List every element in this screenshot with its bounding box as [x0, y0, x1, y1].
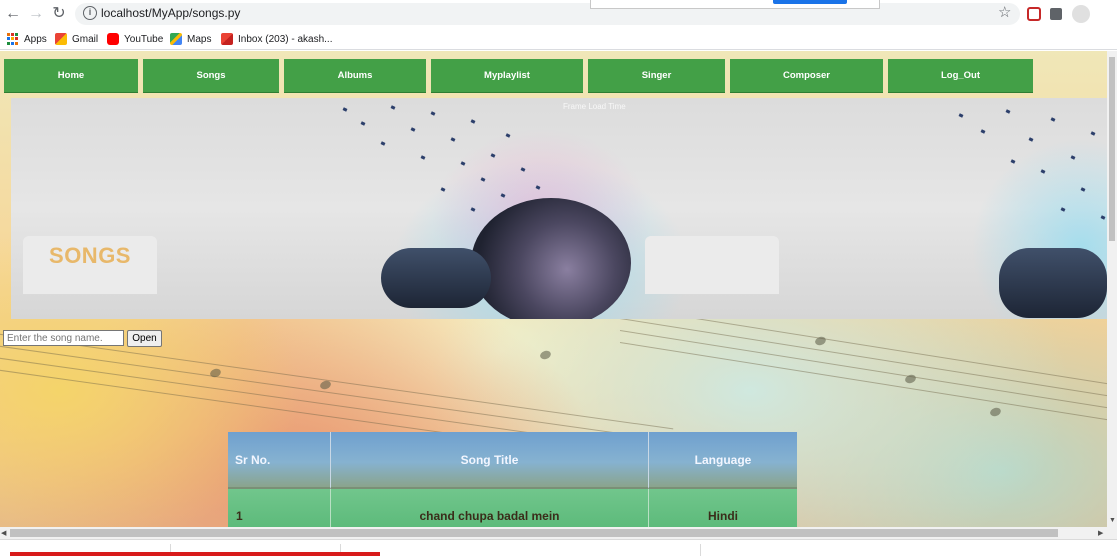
- maps-icon: [170, 33, 182, 45]
- header-song-title: Song Title: [331, 432, 649, 489]
- horizontal-scroll-thumb[interactable]: [10, 529, 1058, 537]
- url-text[interactable]: localhost/MyApp/songs.py: [101, 6, 240, 20]
- bookmark-label: Apps: [24, 33, 47, 45]
- blank-tab: [645, 236, 779, 294]
- vertical-scroll-thumb[interactable]: [1109, 57, 1115, 241]
- bookmark-label: YouTube: [124, 33, 164, 45]
- bookmarks-bar: Apps Gmail YouTube Maps Inbox (203) - ak…: [0, 28, 1117, 50]
- scroll-down-icon[interactable]: ▼: [1109, 517, 1116, 524]
- header-language: Language: [649, 432, 797, 489]
- back-arrow-icon[interactable]: ←: [4, 5, 22, 23]
- bookmark-label: Gmail: [72, 33, 99, 45]
- cell-language: Hindi: [649, 489, 797, 527]
- bookmark-label: Inbox (203) - akash...: [238, 33, 333, 45]
- staff-line: [0, 343, 674, 442]
- cell-song-title[interactable]: chand chupa badal mein: [331, 489, 649, 527]
- popup-button[interactable]: [773, 0, 847, 4]
- flying-notes-icon: [951, 98, 1107, 228]
- bookmark-inbox[interactable]: Inbox (203) - akash...: [221, 32, 333, 46]
- nav-albums[interactable]: Albums: [284, 59, 426, 93]
- scroll-left-icon[interactable]: ◀: [1, 529, 6, 537]
- gmail-icon: [55, 33, 67, 45]
- site-info-icon[interactable]: i: [83, 6, 97, 20]
- bookmark-maps[interactable]: Maps: [170, 32, 211, 46]
- cell-sr-no: 1: [228, 489, 331, 527]
- nav-songs[interactable]: Songs: [143, 59, 279, 93]
- nav-home[interactable]: Home: [4, 59, 138, 93]
- gmail-icon: [221, 33, 233, 45]
- puzzle-icon[interactable]: [1050, 8, 1062, 20]
- header-sr-no: Sr No.: [228, 432, 331, 489]
- nav-singer[interactable]: Singer: [588, 59, 725, 93]
- extension-icon[interactable]: [1027, 7, 1041, 21]
- vertical-scrollbar[interactable]: ▼: [1107, 51, 1117, 527]
- songs-table: Sr No. Song Title Language 1 chand chupa…: [228, 432, 797, 527]
- song-search-input[interactable]: [3, 330, 124, 346]
- nav-myplaylist[interactable]: Myplaylist: [431, 59, 583, 93]
- main-nav: Home Songs Albums Myplaylist Singer Comp…: [0, 59, 1107, 93]
- music-note-icon: [538, 349, 553, 361]
- bookmark-label: Maps: [187, 33, 212, 45]
- page-title-tab: SONGS: [23, 236, 157, 294]
- header-banner: SONGS: [11, 98, 1107, 319]
- frame-load-label: Frame Load Time: [563, 102, 626, 111]
- music-note-icon: [988, 406, 1003, 418]
- open-button[interactable]: Open: [127, 330, 162, 347]
- page-viewport: Home Songs Albums Myplaylist Singer Comp…: [0, 51, 1107, 527]
- music-note-icon: [318, 379, 333, 391]
- headphones-icon: [999, 248, 1107, 318]
- apps-grid-icon: [7, 33, 19, 45]
- nav-composer[interactable]: Composer: [730, 59, 883, 93]
- forward-arrow-icon[interactable]: →: [27, 5, 45, 23]
- bookmark-youtube[interactable]: YouTube: [107, 32, 163, 46]
- bookmark-apps[interactable]: Apps: [7, 32, 47, 46]
- youtube-icon: [107, 33, 119, 45]
- progress-bar: [10, 552, 380, 556]
- nav-logout[interactable]: Log_Out: [888, 59, 1033, 93]
- bookmark-gmail[interactable]: Gmail: [55, 32, 98, 46]
- headphone-cup: [381, 248, 491, 308]
- popup-dialog-edge: [590, 0, 880, 9]
- browser-toolbar: ← → ↻ i localhost/MyApp/songs.py ☆: [0, 0, 1117, 28]
- horizontal-scrollbar[interactable]: ◀ ▶: [0, 527, 1117, 539]
- bookmark-star-icon[interactable]: ☆: [998, 5, 1011, 21]
- reload-icon[interactable]: ↻: [50, 5, 68, 23]
- page-title: SONGS: [49, 243, 131, 268]
- profile-avatar-icon[interactable]: [1072, 5, 1090, 23]
- staff-line: [619, 318, 1107, 401]
- divider: [700, 544, 701, 556]
- scroll-right-icon[interactable]: ▶: [1098, 529, 1103, 537]
- headphones-icon: [471, 198, 631, 319]
